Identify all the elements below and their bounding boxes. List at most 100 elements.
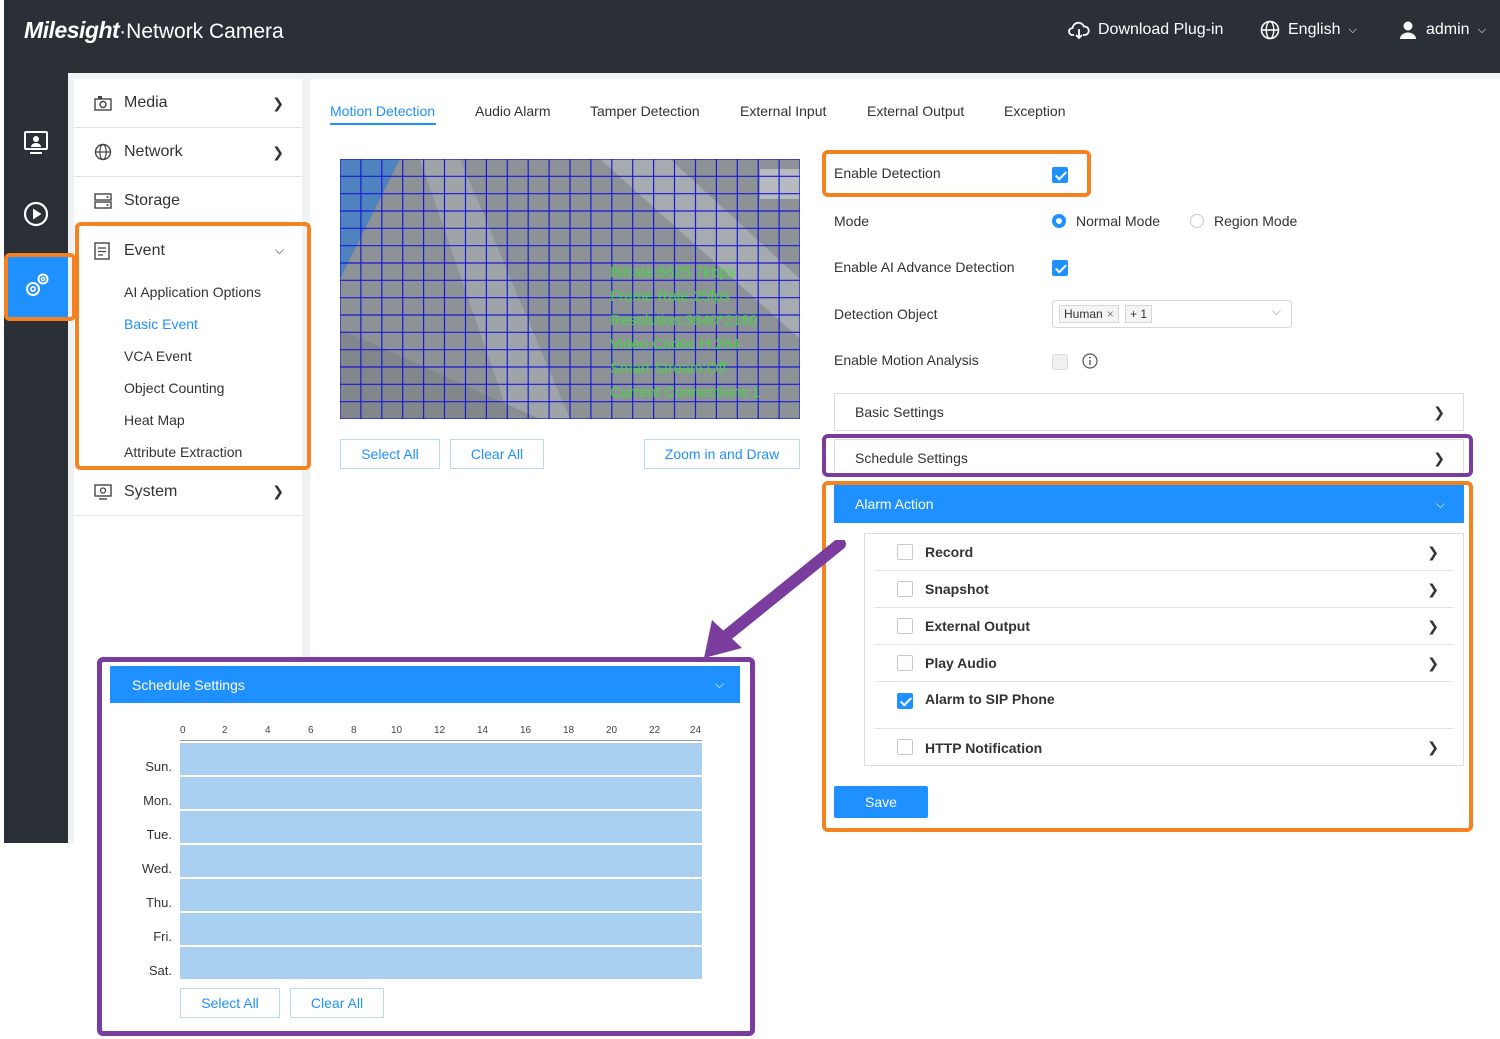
tab-motion-detection[interactable]: Motion Detection [330, 103, 435, 119]
play-audio-checkbox[interactable] [897, 655, 913, 671]
schedule-settings-callout: Schedule Settings ⌵ 0 2 4 6 8 10 12 14 1… [97, 657, 755, 1036]
motion-analysis-checkbox[interactable] [1052, 354, 1068, 370]
alarm-action-list: Record ❯ Snapshot ❯ External Output ❯ Pl… [864, 533, 1464, 766]
play-icon [22, 200, 50, 233]
alarm-label: External Output [925, 618, 1031, 634]
tab-exception[interactable]: Exception [1004, 103, 1065, 119]
tab-external-input[interactable]: External Input [740, 103, 826, 119]
schedule-bar-tue[interactable] [180, 811, 702, 843]
hour-label: 10 [391, 725, 403, 736]
hour-label: 22 [649, 725, 661, 736]
schedule-bar-thu[interactable] [180, 879, 702, 911]
alarm-row-play-audio[interactable]: Play Audio ❯ [875, 645, 1453, 682]
submenu-vca-event[interactable]: VCA Event [124, 348, 192, 364]
download-plugin-button[interactable]: Download Plug-in [1068, 20, 1223, 40]
tab-audio-alarm[interactable]: Audio Alarm [475, 103, 550, 119]
hour-label: 8 [351, 725, 357, 736]
video-preview[interactable]: Bitrate:6625.7kbps Frame Rate:25fps Reso… [340, 159, 800, 419]
hour-label: 14 [477, 725, 489, 736]
day-label: Mon. [143, 793, 172, 808]
submenu-attribute-extraction[interactable]: Attribute Extraction [124, 444, 242, 460]
submenu-heat-map[interactable]: Heat Map [124, 412, 185, 428]
chevron-right-icon[interactable]: ❯ [1427, 544, 1439, 561]
chevron-down-icon: ⌵ [1348, 23, 1357, 36]
hour-label: 16 [520, 725, 532, 736]
day-label: Sat. [148, 963, 172, 978]
motion-grid[interactable] [340, 159, 800, 419]
submenu-object-counting[interactable]: Object Counting [124, 380, 224, 396]
submenu-basic-event[interactable]: Basic Event [124, 316, 198, 332]
schedule-clear-all-button[interactable]: Clear All [290, 988, 384, 1018]
menu-item-media[interactable]: Media ❯ [74, 79, 302, 128]
schedule-bar-sun[interactable] [180, 743, 702, 775]
chevron-right-icon[interactable]: ❯ [1427, 581, 1439, 598]
user-menu[interactable]: admin ⌵ [1398, 20, 1486, 40]
close-icon[interactable]: × [1107, 307, 1114, 321]
menu-item-event[interactable]: Event ⌵ [74, 226, 302, 275]
alarm-label: Record [925, 544, 974, 560]
chevron-right-icon[interactable]: ❯ [1427, 618, 1439, 635]
alarm-row-external-output[interactable]: External Output ❯ [875, 608, 1453, 645]
schedule-bar-wed[interactable] [180, 845, 702, 877]
osd-frame-rate: Frame Rate:25fps [610, 288, 731, 305]
menu-item-network[interactable]: Network ❯ [74, 128, 302, 177]
snapshot-checkbox[interactable] [897, 581, 913, 597]
schedule-settings-section[interactable]: Schedule Settings ❯ [834, 439, 1464, 477]
submenu-ai-application-options[interactable]: AI Application Options [124, 284, 261, 300]
save-button[interactable]: Save [834, 786, 928, 818]
chevron-right-icon: ❯ [272, 94, 284, 111]
basic-settings-section[interactable]: Basic Settings ❯ [834, 393, 1464, 431]
system-icon [94, 483, 114, 500]
chevron-right-icon[interactable]: ❯ [1427, 655, 1439, 672]
record-checkbox[interactable] [897, 544, 913, 560]
camera-icon [94, 95, 114, 111]
alarm-row-http-notification[interactable]: HTTP Notification ❯ [875, 729, 1453, 766]
detection-object-select[interactable]: Human × + 1 ⌵ [1052, 300, 1292, 328]
schedule-bar-sat[interactable] [180, 947, 702, 979]
schedule-settings-header[interactable]: Schedule Settings ⌵ [110, 666, 740, 703]
grid-select-all-button[interactable]: Select All [340, 439, 440, 469]
enable-detection-checkbox[interactable] [1052, 167, 1068, 183]
event-icon [94, 241, 114, 260]
active-tab-indicator [330, 123, 436, 125]
menu-item-storage[interactable]: Storage [74, 177, 302, 226]
grid-clear-all-button[interactable]: Clear All [450, 439, 544, 469]
http-notification-checkbox[interactable] [897, 739, 913, 755]
external-output-checkbox[interactable] [897, 618, 913, 634]
menu-item-system[interactable]: System ❯ [74, 467, 302, 516]
live-view-button[interactable] [4, 113, 68, 177]
download-plugin-label: Download Plug-in [1098, 21, 1224, 38]
tab-external-output[interactable]: External Output [867, 103, 964, 119]
top-bar: Milesight·Network Camera Download Plug-i… [4, 0, 1500, 73]
brand-suffix: ·Network Camera [119, 20, 284, 43]
menu-label-event: Event [124, 241, 165, 259]
ai-advance-checkbox[interactable] [1052, 260, 1068, 276]
tab-tamper-detection[interactable]: Tamper Detection [590, 103, 700, 119]
hour-label: 4 [265, 725, 271, 736]
detection-object-tag[interactable]: Human × [1059, 305, 1119, 323]
globe-icon [1260, 20, 1280, 40]
normal-mode-radio[interactable] [1052, 214, 1066, 228]
chevron-down-icon: ⌵ [1477, 23, 1486, 36]
brand: Milesight·Network Camera [24, 17, 284, 44]
schedule-bar-fri[interactable] [180, 913, 702, 945]
sip-phone-checkbox[interactable] [897, 693, 913, 709]
alarm-row-sip-phone[interactable]: Alarm to SIP Phone [875, 682, 1453, 729]
alarm-row-snapshot[interactable]: Snapshot ❯ [875, 571, 1453, 608]
alarm-row-record[interactable]: Record ❯ [875, 534, 1453, 571]
user-label: admin [1426, 21, 1470, 38]
zoom-draw-button[interactable]: Zoom in and Draw [644, 439, 800, 469]
schedule-bar-mon[interactable] [180, 777, 702, 809]
language-selector[interactable]: English ⌵ [1260, 20, 1357, 40]
chevron-down-icon: ⌵ [274, 243, 284, 257]
day-label: Wed. [141, 861, 172, 876]
mode-label: Mode [834, 213, 870, 229]
osd-resolution: Resolution:3840*2160 [610, 312, 758, 329]
alarm-action-section[interactable]: Alarm Action ⌵ [834, 485, 1464, 523]
info-icon[interactable] [1082, 353, 1098, 374]
region-mode-radio[interactable] [1190, 214, 1204, 228]
settings-button[interactable] [6, 255, 68, 319]
playback-button[interactable] [4, 184, 68, 248]
schedule-select-all-button[interactable]: Select All [180, 988, 280, 1018]
chevron-right-icon[interactable]: ❯ [1427, 739, 1439, 756]
